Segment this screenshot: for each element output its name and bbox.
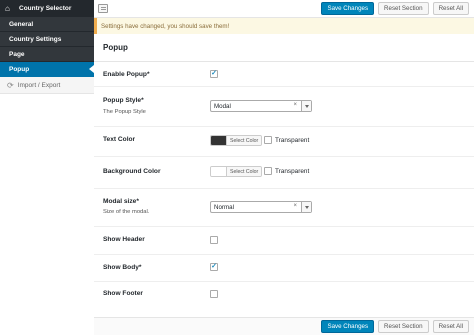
- field-label: Show Header: [103, 236, 145, 243]
- clear-icon[interactable]: ×: [293, 102, 297, 108]
- row-show-body: Show Body* ✓: [94, 255, 474, 282]
- select-color-button[interactable]: Select Color: [226, 167, 262, 176]
- row-popup-style: Popup Style* The Popup Style Modal ×: [94, 87, 474, 127]
- modal-size-select[interactable]: Normal ×: [210, 201, 312, 213]
- bottom-toolbar: Save Changes Reset Section Reset All: [94, 317, 474, 335]
- refresh-icon: ⟳: [7, 80, 14, 90]
- select-value: Modal: [214, 102, 231, 110]
- reset-section-button[interactable]: Reset Section: [378, 2, 429, 15]
- sidebar-item-page[interactable]: Page: [0, 47, 94, 62]
- select-value: Normal: [214, 203, 234, 211]
- color-swatch: [211, 136, 226, 145]
- transparent-label: Transparent: [275, 167, 310, 175]
- sidebar-item-general[interactable]: General: [0, 17, 94, 32]
- unsaved-notice: Settings have changed, you should save t…: [94, 18, 474, 34]
- show-body-checkbox[interactable]: ✓: [210, 263, 218, 271]
- field-label: Modal size*: [103, 198, 139, 205]
- enable-popup-checkbox[interactable]: ✓: [210, 70, 218, 78]
- sidebar-item-label: General: [9, 20, 34, 28]
- sidebar-item-label: Country Settings: [9, 35, 62, 43]
- sidebar-title: Country Selector: [19, 5, 72, 12]
- sidebar-item-country-settings[interactable]: Country Settings: [0, 32, 94, 47]
- row-enable-popup: Enable Popup* ✓: [94, 62, 474, 87]
- transparent-checkbox[interactable]: [264, 136, 272, 144]
- background-transparent-toggle[interactable]: Transparent: [264, 167, 309, 175]
- field-label: Show Footer: [103, 290, 143, 297]
- field-label: Show Body*: [103, 264, 142, 271]
- row-show-footer: Show Footer: [94, 282, 474, 308]
- field-label: Enable Popup*: [103, 71, 150, 78]
- field-label: Text Color: [103, 136, 136, 143]
- save-changes-button[interactable]: Save Changes: [321, 320, 375, 333]
- show-header-checkbox[interactable]: [210, 236, 218, 244]
- sidebar-item-label: Import / Export: [17, 81, 61, 89]
- sidebar-item-label: Popup: [9, 66, 30, 73]
- show-footer-checkbox[interactable]: [210, 290, 218, 298]
- row-modal-size: Modal size* Size of the modal. Normal ×: [94, 189, 474, 227]
- sidebar-item-label: Page: [9, 50, 25, 58]
- sidebar: ⌂ Country Selector General Country Setti…: [0, 0, 94, 335]
- save-changes-button[interactable]: Save Changes: [321, 2, 375, 15]
- home-icon: ⌂: [5, 3, 10, 13]
- field-label: Popup Style*: [103, 97, 144, 104]
- row-text-color: Text Color Select Color Transparent: [94, 127, 474, 157]
- reset-all-button[interactable]: Reset All: [432, 320, 469, 333]
- transparent-label: Transparent: [275, 136, 310, 144]
- background-color-picker[interactable]: Select Color: [210, 166, 263, 177]
- text-color-picker[interactable]: Select Color: [210, 135, 263, 146]
- top-toolbar: Save Changes Reset Section Reset All: [94, 0, 474, 18]
- field-description: The Popup Style: [103, 109, 146, 115]
- field-label: Background Color: [103, 168, 161, 175]
- field-description: Size of the modal.: [103, 209, 150, 215]
- section-title: Popup: [94, 34, 474, 62]
- popup-style-select[interactable]: Modal ×: [210, 100, 312, 112]
- sidebar-item-popup[interactable]: Popup: [0, 62, 94, 77]
- chevron-down-icon[interactable]: [301, 202, 311, 212]
- clear-icon[interactable]: ×: [293, 203, 297, 209]
- chevron-down-icon[interactable]: [301, 101, 311, 111]
- reset-section-button[interactable]: Reset Section: [378, 320, 429, 333]
- sidebar-item-import-export[interactable]: ⟳ Import / Export: [0, 77, 94, 94]
- color-swatch: [211, 167, 226, 176]
- sidebar-header: ⌂ Country Selector: [0, 0, 94, 17]
- reset-all-button[interactable]: Reset All: [432, 2, 469, 15]
- row-background-color: Background Color Select Color Transparen…: [94, 157, 474, 189]
- select-color-button[interactable]: Select Color: [226, 136, 262, 145]
- row-show-header: Show Header: [94, 227, 474, 255]
- transparent-checkbox[interactable]: [264, 167, 272, 175]
- document-icon[interactable]: [98, 4, 108, 13]
- settings-panel: Popup Enable Popup* ✓ Popup Style* The P…: [94, 34, 474, 317]
- text-transparent-toggle[interactable]: Transparent: [264, 136, 309, 144]
